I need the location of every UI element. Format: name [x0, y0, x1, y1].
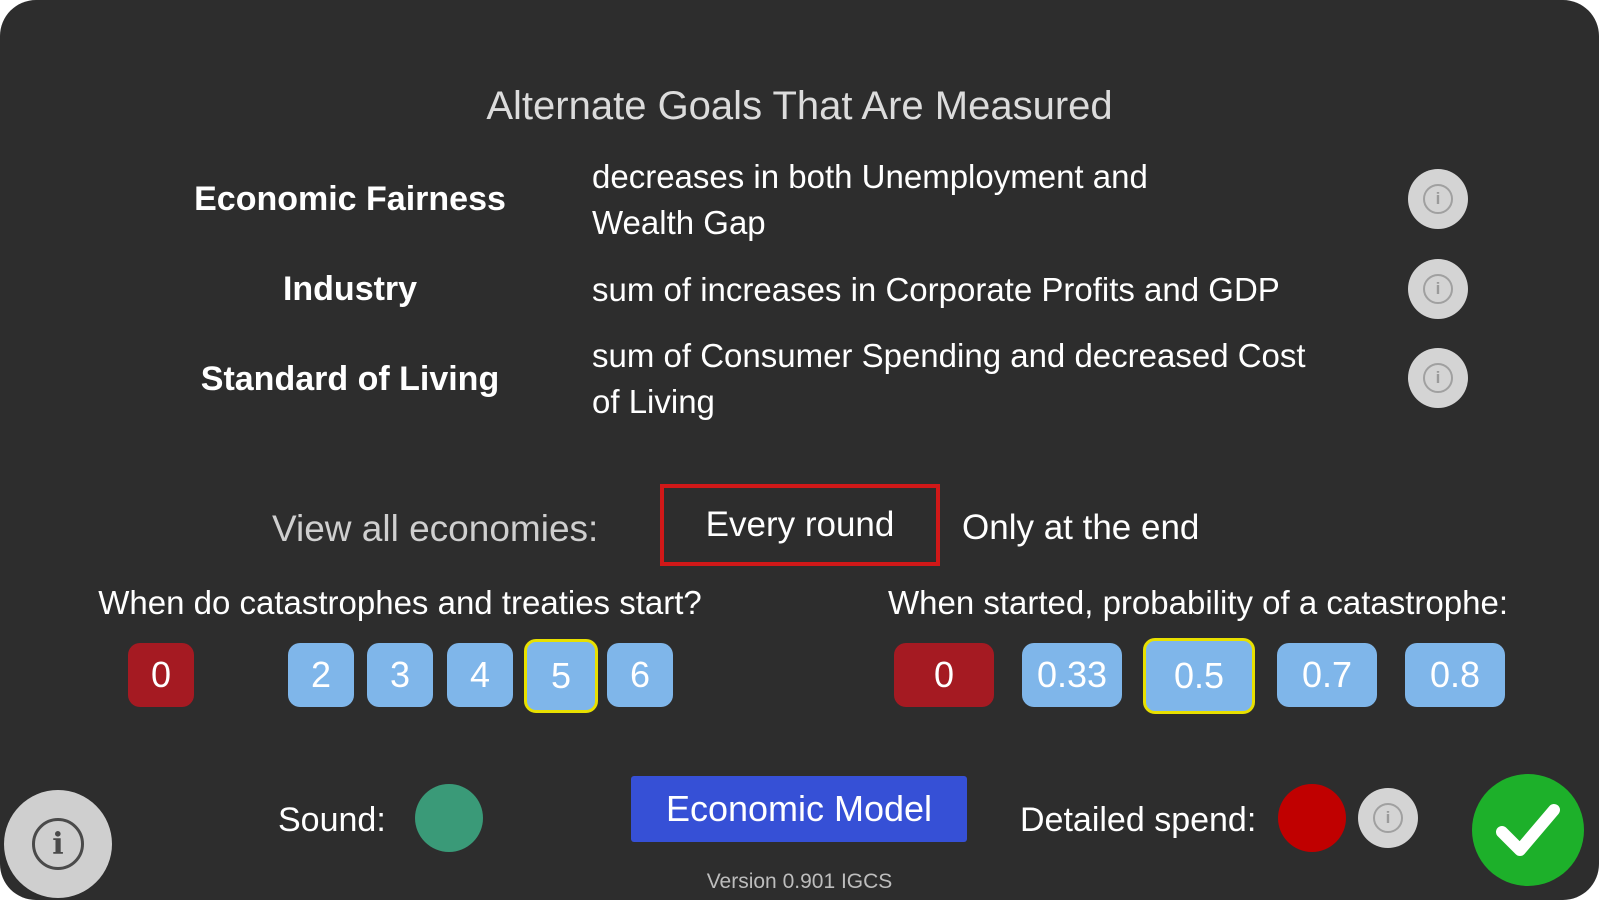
probability-question: When started, probability of a catastrop… [887, 584, 1508, 621]
economic-model-button[interactable]: Economic Model [631, 776, 967, 842]
goal-desc-economic-fairness: decreases in both Unemployment and Wealt… [592, 154, 1382, 246]
start-option-0[interactable]: 0 [128, 643, 194, 707]
info-glyph: i [1423, 363, 1453, 393]
start-option-3[interactable]: 3 [367, 643, 433, 707]
goal-name-industry: Industry [282, 270, 418, 308]
sound-toggle[interactable] [415, 784, 483, 852]
confirm-button[interactable] [1472, 774, 1584, 886]
goal-desc-line: Wealth Gap [592, 204, 766, 241]
help-info-icon[interactable]: i [4, 790, 112, 898]
view-only-at-end-option[interactable]: Only at the end [962, 508, 1199, 548]
probability-option-0-33[interactable]: 0.33 [1022, 643, 1122, 707]
start-option-4[interactable]: 4 [447, 643, 513, 707]
probability-option-0-8[interactable]: 0.8 [1405, 643, 1505, 707]
economic-fairness-info-icon[interactable]: i [1408, 169, 1468, 229]
goal-desc-standard-of-living: sum of Consumer Spending and decreased C… [592, 333, 1382, 425]
info-glyph: i [32, 818, 84, 870]
checkmark-icon [1496, 804, 1560, 856]
standard-of-living-info-icon[interactable]: i [1408, 348, 1468, 408]
probability-option-0-5[interactable]: 0.5 [1143, 638, 1255, 714]
info-glyph: i [1423, 184, 1453, 214]
probability-option-0-7[interactable]: 0.7 [1277, 643, 1377, 707]
sound-label: Sound: [278, 801, 386, 839]
start-option-5[interactable]: 5 [524, 639, 598, 713]
detailed-spend-label: Detailed spend: [1020, 801, 1257, 839]
detailed-spend-toggle[interactable] [1278, 784, 1346, 852]
goal-name-economic-fairness: Economic Fairness [194, 180, 506, 218]
view-economies-label: View all economies: [272, 508, 599, 549]
goal-desc-line: sum of Consumer Spending and decreased C… [592, 337, 1306, 374]
settings-panel: Alternate Goals That Are Measured Econom… [0, 0, 1599, 900]
view-every-round-option[interactable]: Every round [660, 484, 940, 566]
goal-name-standard-of-living: Standard of Living [200, 360, 500, 398]
goal-desc-line: of Living [592, 383, 715, 420]
goal-desc-line: decreases in both Unemployment and [592, 158, 1148, 195]
industry-info-icon[interactable]: i [1408, 259, 1468, 319]
goal-desc-industry: sum of increases in Corporate Profits an… [592, 267, 1382, 313]
goal-desc-line: sum of increases in Corporate Profits an… [592, 271, 1280, 308]
goals-title: Alternate Goals That Are Measured [486, 84, 1113, 128]
version-text: Version 0.901 IGCS [706, 870, 893, 893]
probability-option-0[interactable]: 0 [894, 643, 994, 707]
info-glyph: i [1423, 274, 1453, 304]
detailed-spend-info-icon[interactable]: i [1358, 788, 1418, 848]
start-question: When do catastrophes and treaties start? [98, 584, 702, 621]
start-option-2[interactable]: 2 [288, 643, 354, 707]
start-option-6[interactable]: 6 [607, 643, 673, 707]
info-glyph: i [1373, 803, 1403, 833]
